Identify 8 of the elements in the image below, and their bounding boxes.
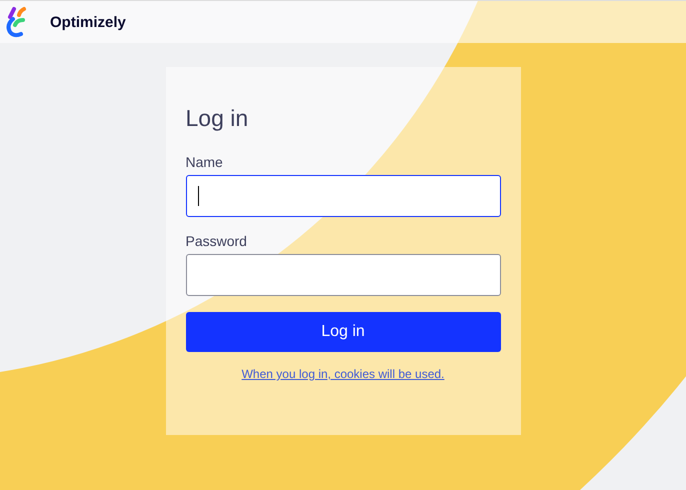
- field-label: Name: [186, 154, 224, 170]
- cookie-notice-link[interactable]: When you log in, cookies will be used.: [242, 367, 444, 381]
- field-label: Password: [186, 233, 248, 249]
- input-field[interactable]: [186, 254, 500, 296]
- brand-name: Optimizely: [50, 14, 126, 30]
- login-title: Log in: [186, 105, 250, 132]
- login-button[interactable]: Log in: [186, 312, 500, 352]
- input-field[interactable]: [186, 175, 500, 217]
